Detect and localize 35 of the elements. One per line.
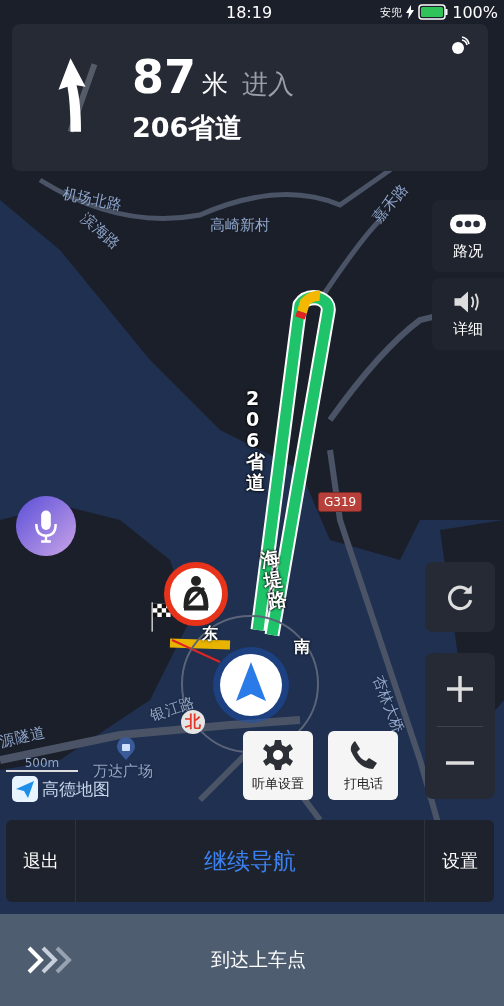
distance-value: 87 bbox=[132, 49, 196, 104]
order-settings-button[interactable]: 听单设置 bbox=[243, 731, 313, 800]
compass-east-label: 东 bbox=[202, 624, 218, 645]
gps-signal-icon bbox=[450, 36, 470, 56]
map-label: 高崎新村 bbox=[210, 216, 270, 235]
battery-percent: 100% bbox=[452, 2, 498, 22]
charging-icon bbox=[406, 5, 415, 19]
settings-icon bbox=[262, 738, 294, 771]
distance-unit: 米 bbox=[202, 67, 228, 101]
status-time: 18:19 bbox=[226, 2, 273, 22]
action-label: 进入 bbox=[242, 67, 294, 101]
traffic-button[interactable]: 路况 bbox=[432, 200, 504, 272]
call-button[interactable]: 打电话 bbox=[328, 731, 398, 800]
exit-button[interactable]: 退出 bbox=[6, 820, 76, 902]
logo-text: 高德地图 bbox=[42, 778, 110, 801]
arrive-swipe-button[interactable]: 到达上车点 bbox=[0, 914, 504, 1006]
voice-detail-button[interactable]: 详细 bbox=[432, 278, 504, 350]
map-label: 嘉禾路 bbox=[368, 180, 413, 227]
highway-shield: G319 bbox=[318, 492, 363, 512]
battery-icon bbox=[418, 4, 449, 20]
paper-plane-logo-icon bbox=[12, 776, 38, 802]
voice-assistant-button[interactable] bbox=[15, 495, 77, 557]
map-label: 源隧道 bbox=[0, 723, 47, 752]
continue-navigation-button[interactable]: 继续导航 bbox=[76, 820, 424, 902]
road-label: 206省道 bbox=[246, 388, 265, 493]
minus-icon bbox=[445, 759, 475, 766]
carrier-label: 安兜 bbox=[380, 4, 403, 20]
settings-button[interactable]: 设置 bbox=[424, 820, 494, 902]
refresh-button[interactable] bbox=[425, 562, 495, 632]
compass-south-label: 南 bbox=[294, 637, 310, 658]
map-label: 万达广场 bbox=[93, 762, 153, 781]
map-scale: 500m bbox=[23, 756, 61, 770]
road-name: 206省道 bbox=[132, 110, 244, 145]
plus-icon bbox=[445, 674, 475, 705]
slider-label: 到达上车点 bbox=[211, 947, 306, 972]
